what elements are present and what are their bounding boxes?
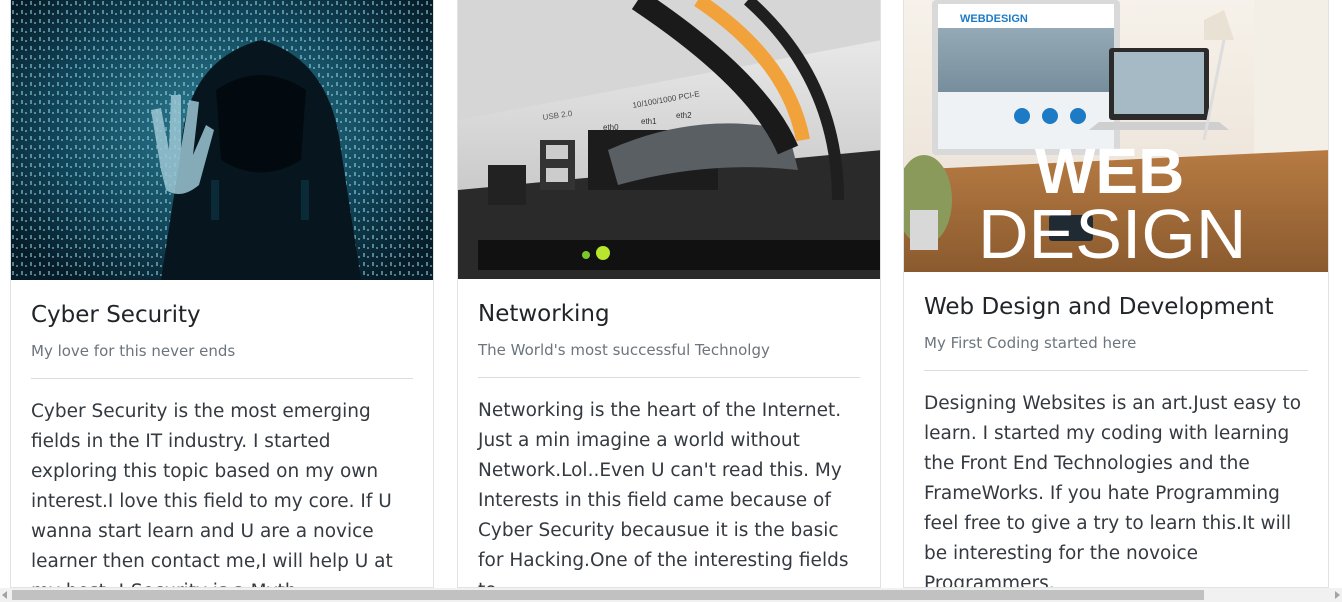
card-body: Networking The World's most successful T… xyxy=(478,301,860,587)
card-title: Web Design and Development xyxy=(924,294,1274,320)
card-body: Cyber Security My love for this never en… xyxy=(31,302,413,587)
scrollbar-thumb[interactable] xyxy=(12,590,1204,600)
horizontal-scrollbar[interactable] xyxy=(0,588,1342,602)
card-networking: 10/100/1000 PCI-E USB 2.0 eth0 eth1 eth2… xyxy=(457,0,881,588)
card-body: Web Design and Development My First Codi… xyxy=(924,294,1308,588)
card-image xyxy=(11,0,433,280)
card-subtitle: My First Coding started here xyxy=(924,334,1137,352)
card-image: WEBDESIGN WEB DESIGN xyxy=(904,0,1328,272)
web-design-big-text-2: DESIGN xyxy=(978,195,1246,272)
card-text: Networking is the heart of the Internet.… xyxy=(478,400,849,587)
card-web-design: WEBDESIGN WEB DESIGN Web Design and Deve… xyxy=(903,0,1329,588)
monitor-logo: WEBDESIGN xyxy=(960,13,1028,25)
card-title: Cyber Security xyxy=(31,302,201,328)
eth1-label: eth1 xyxy=(641,117,657,126)
network-switch-image: 10/100/1000 PCI-E USB 2.0 eth0 eth1 eth2 xyxy=(458,0,880,279)
eth0-label: eth0 xyxy=(603,123,619,132)
card-text: Cyber Security is the most emerging fiel… xyxy=(31,401,393,587)
card-image: 10/100/1000 PCI-E USB 2.0 eth0 eth1 eth2 xyxy=(458,0,880,279)
card-divider xyxy=(478,377,860,378)
card-cyber-security: Cyber Security My love for this never en… xyxy=(10,0,434,588)
scroll-left-arrow-icon[interactable] xyxy=(2,591,7,599)
web-design-devices-image: WEBDESIGN WEB DESIGN xyxy=(904,0,1328,272)
card-subtitle: My love for this never ends xyxy=(31,342,236,360)
card-subtitle: The World's most successful Technolgy xyxy=(478,341,770,359)
card-text: Designing Websites is an art.Just easy t… xyxy=(924,393,1302,588)
card-divider xyxy=(924,370,1308,371)
eth2-label: eth2 xyxy=(676,111,692,120)
card-divider xyxy=(31,378,413,379)
scroll-right-arrow-icon[interactable] xyxy=(1335,591,1340,599)
card-title: Networking xyxy=(478,301,610,327)
hooded-hacker-image xyxy=(11,0,433,280)
